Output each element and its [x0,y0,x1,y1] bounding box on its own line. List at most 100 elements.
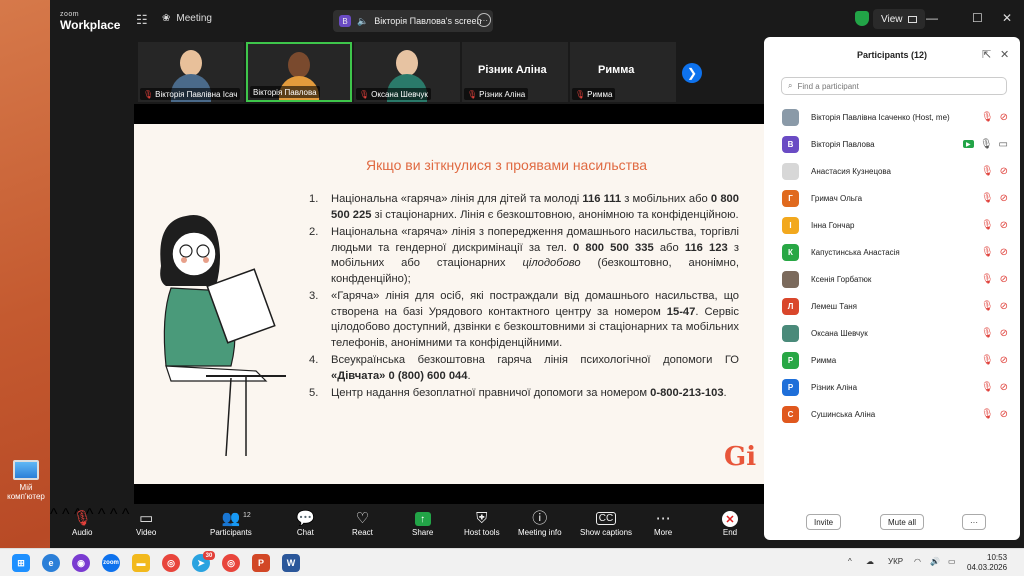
security-shield-icon[interactable] [855,11,869,26]
desktop-icon-label: Мій комп'ютер [7,483,45,501]
maximize-icon[interactable]: ☐ [972,11,983,25]
word-icon[interactable]: W [282,554,300,572]
list-item-number: 2. [309,226,319,238]
list-item-number: 5. [309,387,319,399]
invite-button[interactable]: Invite [806,514,842,530]
thumbnail-name-bar: Вікторія Павлова [250,86,320,98]
edge-browser-icon[interactable]: e [42,554,60,572]
video-options-chevron-icon[interactable]: ^ [62,506,70,523]
video-thumbnail-no-video[interactable]: Різник Аліна 🎙 Різник Аліна [462,42,568,102]
show-hidden-icons-chevron-icon[interactable]: ^ [848,557,852,566]
participant-row[interactable]: Оксана Шевчук 🎙 ⊘ [782,320,1014,347]
audio-options-chevron-icon[interactable]: ^ [50,506,58,523]
pop-out-icon[interactable]: ⇱ [982,48,991,61]
meeting-info-button[interactable]: ⓘ Meeting info [518,510,562,537]
share-button[interactable]: ↑ Share [412,510,433,537]
chrome-profile-icon[interactable]: ◎ [222,554,240,572]
mute-all-button[interactable]: Mute all [880,514,925,530]
participant-row[interactable]: Г Гримач Ольга 🎙 ⊘ [782,185,1014,212]
video-thumbnail-active-speaker[interactable]: Вікторія Павлова [246,42,352,102]
video-button[interactable]: ▭ Video [136,510,156,537]
participant-status-icons: 🎙 ⊘ [981,193,1008,204]
participant-name: Ксенія Горбатюк [811,275,872,284]
video-off-icon: ⊘ [999,301,1008,312]
participant-row[interactable]: Вікторія Павлівна Ісаченко (Host, me) 🎙 ⊘ [782,104,1014,131]
react-options-chevron-icon[interactable]: ^ [98,506,106,523]
thumbnail-name: Різник Аліна [479,89,526,99]
panel-more-button[interactable]: ··· [962,514,986,530]
video-off-icon: ⊘ [999,166,1008,177]
show-captions-button[interactable]: CC Show captions [580,510,632,537]
avatar [782,163,799,180]
chrome-icon[interactable]: ◎ [162,554,180,572]
system-clock[interactable]: 10:53 04.03.2026 [967,553,1007,573]
more-options-icon[interactable]: ··· [477,13,491,27]
shared-screen-slide: Якщо ви зіткнулися з проявами насильства… [134,124,776,484]
battery-icon[interactable]: ▭ [948,557,956,566]
meeting-tab[interactable]: ❀ Meeting [162,13,212,24]
participant-status-icons: 🎙 ⊘ [981,274,1008,285]
video-thumbnail[interactable]: 🎙 Вікторія Павлівна Ісач [138,42,244,102]
participant-search-input[interactable]: ⌕ Find a participant [781,77,1007,95]
participant-name: Вікторія Павлівна Ісаченко (Host, me) [811,113,950,122]
participant-row[interactable]: Ксенія Горбатюк 🎙 ⊘ [782,266,1014,293]
participant-row[interactable]: Р Римма 🎙 ⊘ [782,347,1014,374]
mic-muted-icon: 🎙 [359,89,370,99]
participant-row[interactable]: Л Лемеш Таня 🎙 ⊘ [782,293,1014,320]
thumbnail-name-bar: 🎙 Римма [572,88,616,100]
participant-row[interactable]: К Капустинська Анастасія 🎙 ⊘ [782,239,1014,266]
thumbnail-name-bar: 🎙 Вікторія Павлівна Ісач [140,88,241,100]
participant-face [288,52,310,78]
participant-row[interactable]: І Інна Гончар 🎙 ⊘ [782,212,1014,239]
react-button[interactable]: ♡ React [352,510,373,537]
notification-badge: 30 [203,551,215,560]
viber-icon[interactable]: ◉ [72,554,90,572]
powerpoint-icon[interactable]: P [252,554,270,572]
participant-status-icons: 🎙 ⊘ [981,409,1008,420]
file-explorer-icon[interactable]: ▬ [132,554,150,572]
volume-icon[interactable]: 🔊 [930,557,940,566]
list-item-text: «Гаряча» лінія для осіб, які постраждали… [331,290,739,349]
my-computer-desktop-icon[interactable]: Мій комп'ютер [4,460,48,501]
chat-button[interactable]: 💬 Chat [296,510,315,537]
minimize-icon[interactable]: — [926,11,938,25]
heart-icon: ♡ [355,510,370,527]
onedrive-cloud-icon[interactable]: ☁ [866,557,874,566]
host-tools-label: Host tools [464,528,500,537]
meeting-toolbar: 🎙 Audio ^ ▭ Video ^ 👥 Participants 12 ^ … [50,506,762,548]
video-thumbnail[interactable]: 🎙 Оксана Шевчук [354,42,460,102]
avatar: Г [782,190,799,207]
mic-muted-icon: 🎙 [980,355,994,366]
captions-options-chevron-icon[interactable]: ^ [122,506,130,523]
participant-row[interactable]: С Сушинська Аліна 🎙 ⊘ [782,401,1014,428]
language-indicator[interactable]: УКР [888,557,903,566]
avatar: Р [782,379,799,396]
wifi-icon[interactable]: ◠ [914,557,921,566]
participant-row[interactable]: Р Різник Аліна 🎙 ⊘ [782,374,1014,401]
home-icon[interactable]: ☷ [136,12,148,28]
end-button[interactable]: ✕ End [722,510,738,537]
audio-button[interactable]: 🎙 Audio [72,510,92,537]
video-thumbnail-no-video[interactable]: Римма 🎙 Римма [570,42,676,102]
share-options-chevron-icon[interactable]: ^ [110,506,118,523]
view-label: View [881,13,903,25]
zoom-app-icon[interactable]: zoom [102,554,120,572]
video-off-icon: ⊘ [999,409,1008,420]
participant-row[interactable]: Анастасия Кузнецова 🎙 ⊘ [782,158,1014,185]
view-button[interactable]: View [873,9,925,29]
video-off-icon: ⊘ [999,274,1008,285]
participant-row[interactable]: В Вікторія Павлова ▶ 🎙 ▭ [782,131,1014,158]
start-windows-icon[interactable]: ⊞ [12,554,30,572]
host-tools-button[interactable]: ⛨ Host tools [464,510,500,537]
mic-muted-icon: 🎙 [980,328,994,339]
avatar [782,109,799,126]
next-page-chevron-icon[interactable]: ❯ [682,63,702,83]
close-panel-icon[interactable]: ✕ [1000,48,1009,61]
participant-name: Сушинська Аліна [811,410,876,419]
screen-share-indicator[interactable]: В 🔈 Вікторія Павлова's screen [333,10,493,32]
more-button[interactable]: ⋯ More [654,510,672,537]
participant-name: Лемеш Таня [811,302,858,311]
participant-face [180,50,202,76]
close-icon[interactable]: ✕ [1002,11,1012,25]
video-off-icon: ⊘ [999,355,1008,366]
